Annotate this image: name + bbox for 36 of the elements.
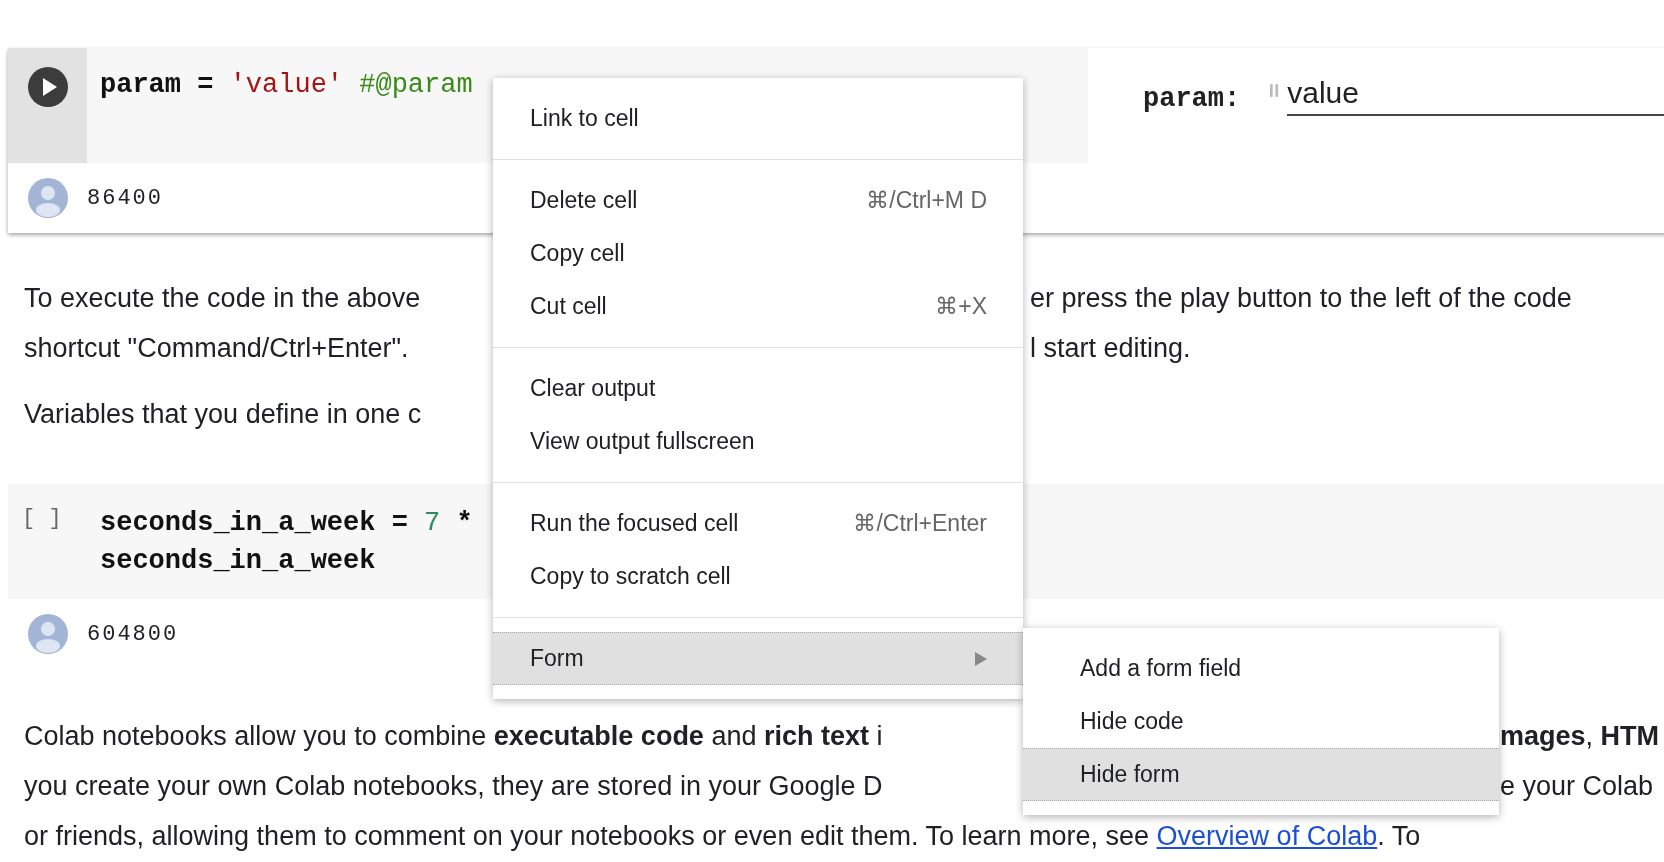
menu-item[interactable]: View output fullscreen bbox=[493, 415, 1023, 468]
paragraph-text: or friends, allowing them to comment on your notebooks or even edit them. To learn more, see Overview of Colab. To bbox=[24, 820, 1421, 851]
menu-item[interactable]: Delete cell ⌘/Ctrl+M D bbox=[493, 174, 1023, 227]
quote-icon bbox=[1270, 84, 1280, 97]
paragraph-text: l start editing. bbox=[1030, 332, 1191, 364]
paragraph-text: Colab notebooks allow you to combine executable code and rich text i bbox=[24, 720, 883, 751]
menu-item[interactable]: Copy cell bbox=[493, 227, 1023, 280]
paragraph-text: mages, HTM bbox=[1500, 720, 1660, 752]
menu-item[interactable]: Link to cell bbox=[493, 92, 1023, 145]
menu-item[interactable]: Add a form field bbox=[1023, 642, 1499, 695]
run-prompt[interactable]: [ ] bbox=[22, 506, 62, 531]
form-label: param: bbox=[1143, 84, 1241, 114]
menu-item[interactable]: Copy to scratch cell bbox=[493, 550, 1023, 603]
code-line: seconds_in_a_week bbox=[100, 545, 376, 578]
paragraph-text: you create your own Colab notebooks, they are stored in your Google D bbox=[24, 770, 883, 801]
menu-item[interactable]: Form bbox=[493, 632, 1023, 685]
run-button[interactable] bbox=[28, 67, 68, 107]
code-line: param = 'value' #@param bbox=[100, 69, 473, 102]
cell-output: 604800 bbox=[87, 621, 179, 647]
paragraph-text: shortcut "Command/Ctrl+Enter". bbox=[24, 332, 409, 363]
menu-item[interactable]: Cut cell ⌘+X bbox=[493, 280, 1023, 333]
avatar-icon bbox=[27, 614, 68, 654]
menu-item[interactable]: Hide code bbox=[1023, 695, 1499, 748]
input-field[interactable]: value bbox=[1287, 76, 1664, 116]
overview-link[interactable]: Overview of Colab bbox=[1156, 820, 1378, 851]
menu-item[interactable]: Clear output bbox=[493, 362, 1023, 415]
paragraph-text: To execute the code in the above bbox=[24, 282, 421, 313]
paragraph-text: er press the play button to the left of the code bbox=[1030, 282, 1572, 314]
paragraph-text: Variables that you define in one c bbox=[24, 398, 422, 429]
paragraph-text: e your Colab bbox=[1500, 770, 1654, 802]
avatar-icon bbox=[27, 178, 68, 218]
menu-item[interactable]: Hide form bbox=[1023, 748, 1499, 801]
submenu-arrow-icon bbox=[975, 651, 987, 666]
menu-item[interactable]: Run the focused cell ⌘/Ctrl+Enter bbox=[493, 497, 1023, 550]
cell-output: 86400 bbox=[87, 185, 163, 211]
code-line: seconds_in_a_week = 7 * bbox=[100, 507, 473, 540]
